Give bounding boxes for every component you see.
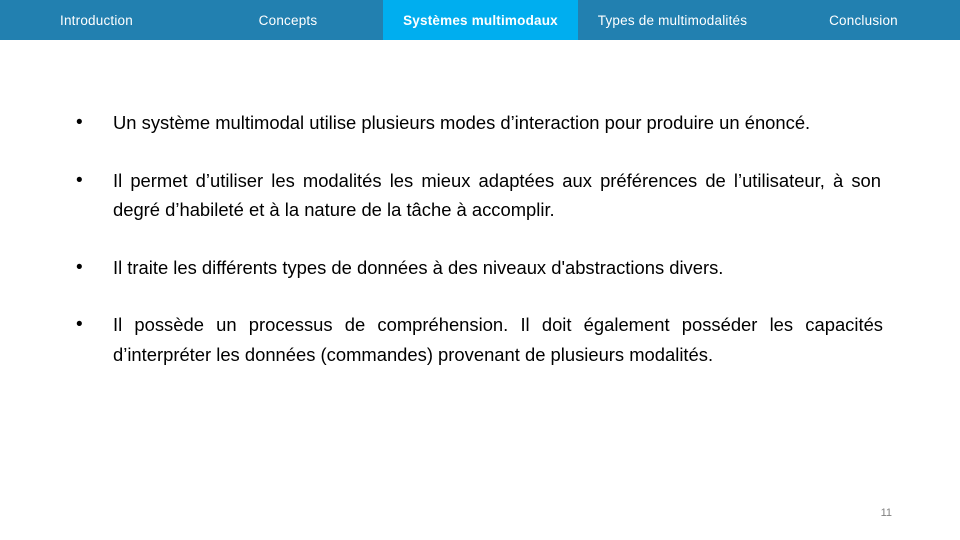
nav-tab-conclusion[interactable]: Conclusion	[767, 0, 960, 40]
bullet-text: Un système multimodal utilise plusieurs …	[113, 112, 811, 133]
bullet-point-icon: •	[76, 169, 83, 191]
slide-content-area: • Un système multimodal utilise plusieur…	[0, 40, 960, 540]
nav-tab-concepts[interactable]: Concepts	[193, 0, 383, 40]
list-item: • Il possède un processus de compréhensi…	[70, 310, 890, 369]
nav-tab-types-de-multimodalites[interactable]: Types de multimodalités	[578, 0, 767, 40]
bullet-text: Il possède un processus de compréhension…	[113, 314, 883, 365]
bullet-text: Il permet d’utiliser les modalités les m…	[113, 169, 881, 221]
bullet-point-icon: •	[76, 256, 83, 278]
nav-tab-introduction-label: Introduction	[60, 12, 133, 28]
page-number: 11	[880, 507, 892, 519]
list-item: • Il traite les différents types de donn…	[70, 253, 890, 283]
bullet-point-icon: •	[76, 314, 83, 335]
nav-tab-systemes-multimodaux[interactable]: Systèmes multimodaux	[383, 0, 578, 40]
list-item: • Il permet d’utiliser les modalités les…	[70, 166, 890, 225]
nav-tab-conclusion-label: Conclusion	[829, 12, 898, 28]
nav-tab-concepts-label: Concepts	[258, 12, 318, 28]
nav-tab-systemes-multimodaux-label: Systèmes multimodaux	[403, 12, 558, 28]
bullet-text: Il traite les différents types de donnée…	[113, 256, 724, 278]
nav-tab-introduction[interactable]: Introduction	[0, 0, 193, 40]
slide-navigation-bar: Introduction Concepts Systèmes multimoda…	[0, 0, 960, 40]
nav-tab-types-de-multimodalites-label: Types de multimodalités	[597, 12, 748, 28]
bullet-point-icon: •	[76, 112, 83, 133]
list-item: • Un système multimodal utilise plusieur…	[70, 108, 890, 138]
bullet-list: • Un système multimodal utilise plusieur…	[70, 108, 890, 369]
